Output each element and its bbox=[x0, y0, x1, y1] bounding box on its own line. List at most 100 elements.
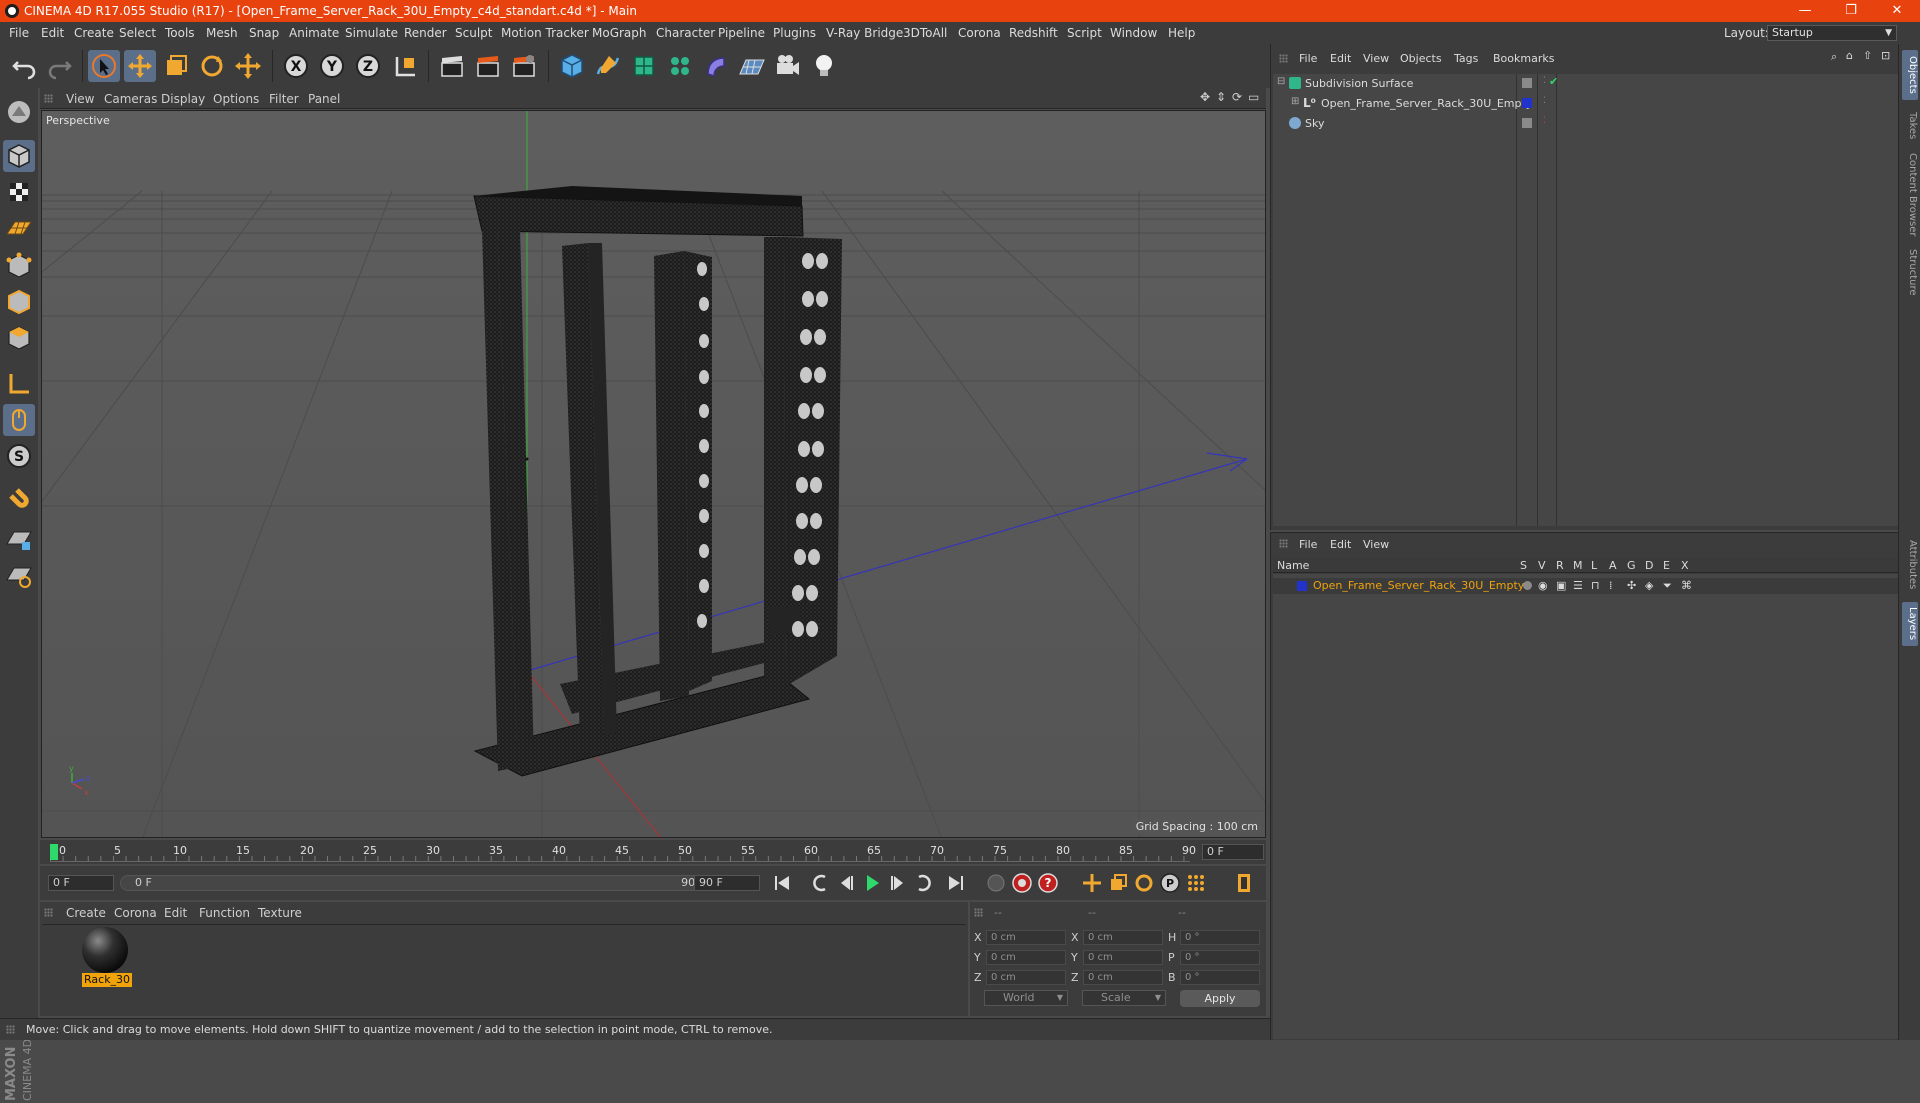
timeline-ticks[interactable]: 0 5 10 15 20 25 30 35 40 45 50 55 60 65 … bbox=[50, 842, 1196, 862]
key-parameter-button[interactable]: P bbox=[1158, 871, 1182, 895]
viewport-menu-view[interactable]: View bbox=[66, 92, 94, 106]
column-solo[interactable]: S bbox=[1520, 559, 1527, 572]
timeline-ruler[interactable]: 0 5 10 15 20 25 30 35 40 45 50 55 60 65 … bbox=[40, 840, 1266, 864]
menu-render[interactable]: Render bbox=[404, 26, 447, 40]
texture-mode-button[interactable] bbox=[3, 176, 35, 208]
key-scale-button[interactable] bbox=[1106, 871, 1130, 895]
panel-grip[interactable] bbox=[974, 908, 983, 917]
coordinate-mode-dropdown[interactable]: World ▼ bbox=[984, 990, 1068, 1006]
layer-color-swatch[interactable] bbox=[1522, 98, 1532, 108]
previous-frame-button[interactable] bbox=[834, 871, 858, 895]
menu-script[interactable]: Script bbox=[1067, 26, 1102, 40]
playhead[interactable] bbox=[50, 844, 58, 860]
menu-sculpt[interactable]: Sculpt bbox=[455, 26, 492, 40]
tab-attributes[interactable]: Attributes bbox=[1902, 532, 1918, 598]
y-axis-lock-button[interactable]: Y bbox=[316, 50, 348, 82]
size-x-field[interactable]: 0 cm bbox=[1083, 930, 1163, 945]
menu-simulate[interactable]: Simulate bbox=[345, 26, 398, 40]
undo-button[interactable] bbox=[8, 50, 40, 82]
panel-grip[interactable] bbox=[6, 1025, 15, 1034]
lock-icon[interactable]: ⊓ bbox=[1591, 579, 1600, 592]
tab-content-browser[interactable]: Content Browser bbox=[1902, 148, 1918, 242]
menu-select[interactable]: Select bbox=[119, 26, 156, 40]
pitch-field[interactable]: 0 ° bbox=[1180, 950, 1260, 965]
visibility-dots-icon[interactable]: ⁚ bbox=[1543, 96, 1546, 106]
frame-range-slider[interactable]: 0 F 90 F bbox=[120, 875, 720, 891]
autokey-button[interactable]: ? bbox=[1036, 871, 1060, 895]
tab-structure[interactable]: Structure bbox=[1902, 242, 1918, 302]
viewport-menu-panel[interactable]: Panel bbox=[308, 92, 340, 106]
tweak-mode-button[interactable] bbox=[3, 404, 35, 436]
layer-name[interactable]: Open_Frame_Server_Rack_30U_Empty bbox=[1313, 579, 1524, 592]
search-icon[interactable]: ⌕ bbox=[1831, 50, 1837, 64]
position-y-field[interactable]: 0 cm bbox=[986, 950, 1066, 965]
add-scene-button[interactable] bbox=[736, 50, 768, 82]
add-cube-button[interactable] bbox=[556, 50, 588, 82]
column-manager[interactable]: M bbox=[1573, 559, 1583, 572]
menu-create[interactable]: Create bbox=[74, 26, 114, 40]
menu-motion-tracker[interactable]: Motion Tracker bbox=[501, 26, 589, 40]
position-z-field[interactable]: 0 cm bbox=[986, 970, 1066, 985]
workplane-lock-button[interactable] bbox=[3, 524, 35, 556]
minimize-button[interactable]: — bbox=[1782, 0, 1828, 22]
material-menu-function[interactable]: Function bbox=[199, 906, 250, 920]
viewport-pan-icon[interactable]: ✥ bbox=[1200, 90, 1210, 104]
object-menu-file[interactable]: File bbox=[1299, 52, 1317, 65]
perspective-viewport[interactable]: y x z Perspective Grid Spacing : 100 cm bbox=[41, 110, 1266, 838]
go-to-start-button[interactable] bbox=[770, 871, 794, 895]
workplane-mode-button[interactable] bbox=[3, 212, 35, 244]
move-tool-button[interactable] bbox=[124, 50, 156, 82]
collapse-icon[interactable]: ⊟ bbox=[1277, 76, 1285, 87]
x-axis-lock-button[interactable]: X bbox=[280, 50, 312, 82]
key-rotation-button[interactable] bbox=[1132, 871, 1156, 895]
object-menu-bookmarks[interactable]: Bookmarks bbox=[1493, 52, 1554, 65]
recent-tool-button[interactable] bbox=[232, 50, 264, 82]
position-x-field[interactable]: 0 cm bbox=[986, 930, 1066, 945]
menu-character[interactable]: Character bbox=[656, 26, 715, 40]
layer-menu-file[interactable]: File bbox=[1299, 538, 1317, 551]
tab-objects[interactable]: Objects bbox=[1902, 50, 1918, 100]
polygon-mode-button[interactable] bbox=[3, 322, 35, 354]
coordinate-system-button[interactable] bbox=[390, 50, 422, 82]
viewport-rotate-icon[interactable]: ⟳ bbox=[1232, 90, 1242, 104]
column-animation[interactable]: A bbox=[1609, 559, 1617, 572]
menu-window[interactable]: Window bbox=[1110, 26, 1157, 40]
keyframe-selection-button[interactable] bbox=[984, 871, 1008, 895]
deformer-icon[interactable]: ◈ bbox=[1645, 579, 1653, 592]
viewport-menu-filter[interactable]: Filter bbox=[269, 92, 299, 106]
column-locked[interactable]: L bbox=[1591, 559, 1597, 572]
column-xref[interactable]: X bbox=[1681, 559, 1689, 572]
bank-field[interactable]: 0 ° bbox=[1180, 970, 1260, 985]
add-camera-button[interactable] bbox=[772, 50, 804, 82]
panel-grip[interactable] bbox=[1279, 539, 1288, 548]
object-list[interactable]: ⊟ Subdivision Surface ⁚ ✔ ⊞ L⁰ Open_Fram… bbox=[1273, 74, 1899, 526]
play-button[interactable] bbox=[860, 871, 884, 895]
menu-plugins[interactable]: Plugins bbox=[773, 26, 816, 40]
redo-button[interactable] bbox=[44, 50, 76, 82]
make-editable-button[interactable] bbox=[3, 96, 35, 128]
panel-grip[interactable] bbox=[1279, 54, 1288, 63]
layer-list[interactable]: Open_Frame_Server_Rack_30U_Empty ◉ ▣ ☰ ⊓… bbox=[1273, 574, 1899, 1039]
size-z-field[interactable]: 0 cm bbox=[1083, 970, 1163, 985]
menu-3dtoall[interactable]: 3DToAll bbox=[903, 26, 947, 40]
new-window-icon[interactable]: ⊡ bbox=[1881, 49, 1890, 62]
record-button[interactable] bbox=[1010, 871, 1034, 895]
object-name[interactable]: Open_Frame_Server_Rack_30U_Empty bbox=[1321, 97, 1532, 110]
panel-grip[interactable] bbox=[44, 908, 53, 917]
checkmark-icon[interactable]: ✔ bbox=[1549, 75, 1558, 88]
previous-key-button[interactable] bbox=[808, 871, 832, 895]
panel-grip[interactable] bbox=[44, 94, 53, 103]
point-mode-button[interactable] bbox=[3, 250, 35, 282]
viewport-menu-display[interactable]: Display bbox=[161, 92, 205, 106]
menu-corona[interactable]: Corona bbox=[958, 26, 1001, 40]
key-position-button[interactable] bbox=[1080, 871, 1104, 895]
solo-dot-icon[interactable] bbox=[1523, 581, 1532, 590]
object-row-rack[interactable]: ⊞ L⁰ Open_Frame_Server_Rack_30U_Empty ⁚ bbox=[1273, 94, 1899, 112]
object-name[interactable]: Sky bbox=[1305, 117, 1324, 130]
edge-mode-button[interactable] bbox=[3, 286, 35, 318]
material-preview-ball[interactable] bbox=[82, 927, 128, 973]
column-render[interactable]: R bbox=[1556, 559, 1564, 572]
render-clapboard-icon[interactable]: ▣ bbox=[1556, 579, 1566, 592]
solo-button[interactable]: S bbox=[3, 440, 35, 472]
xref-icon[interactable]: ⌘ bbox=[1681, 579, 1692, 592]
